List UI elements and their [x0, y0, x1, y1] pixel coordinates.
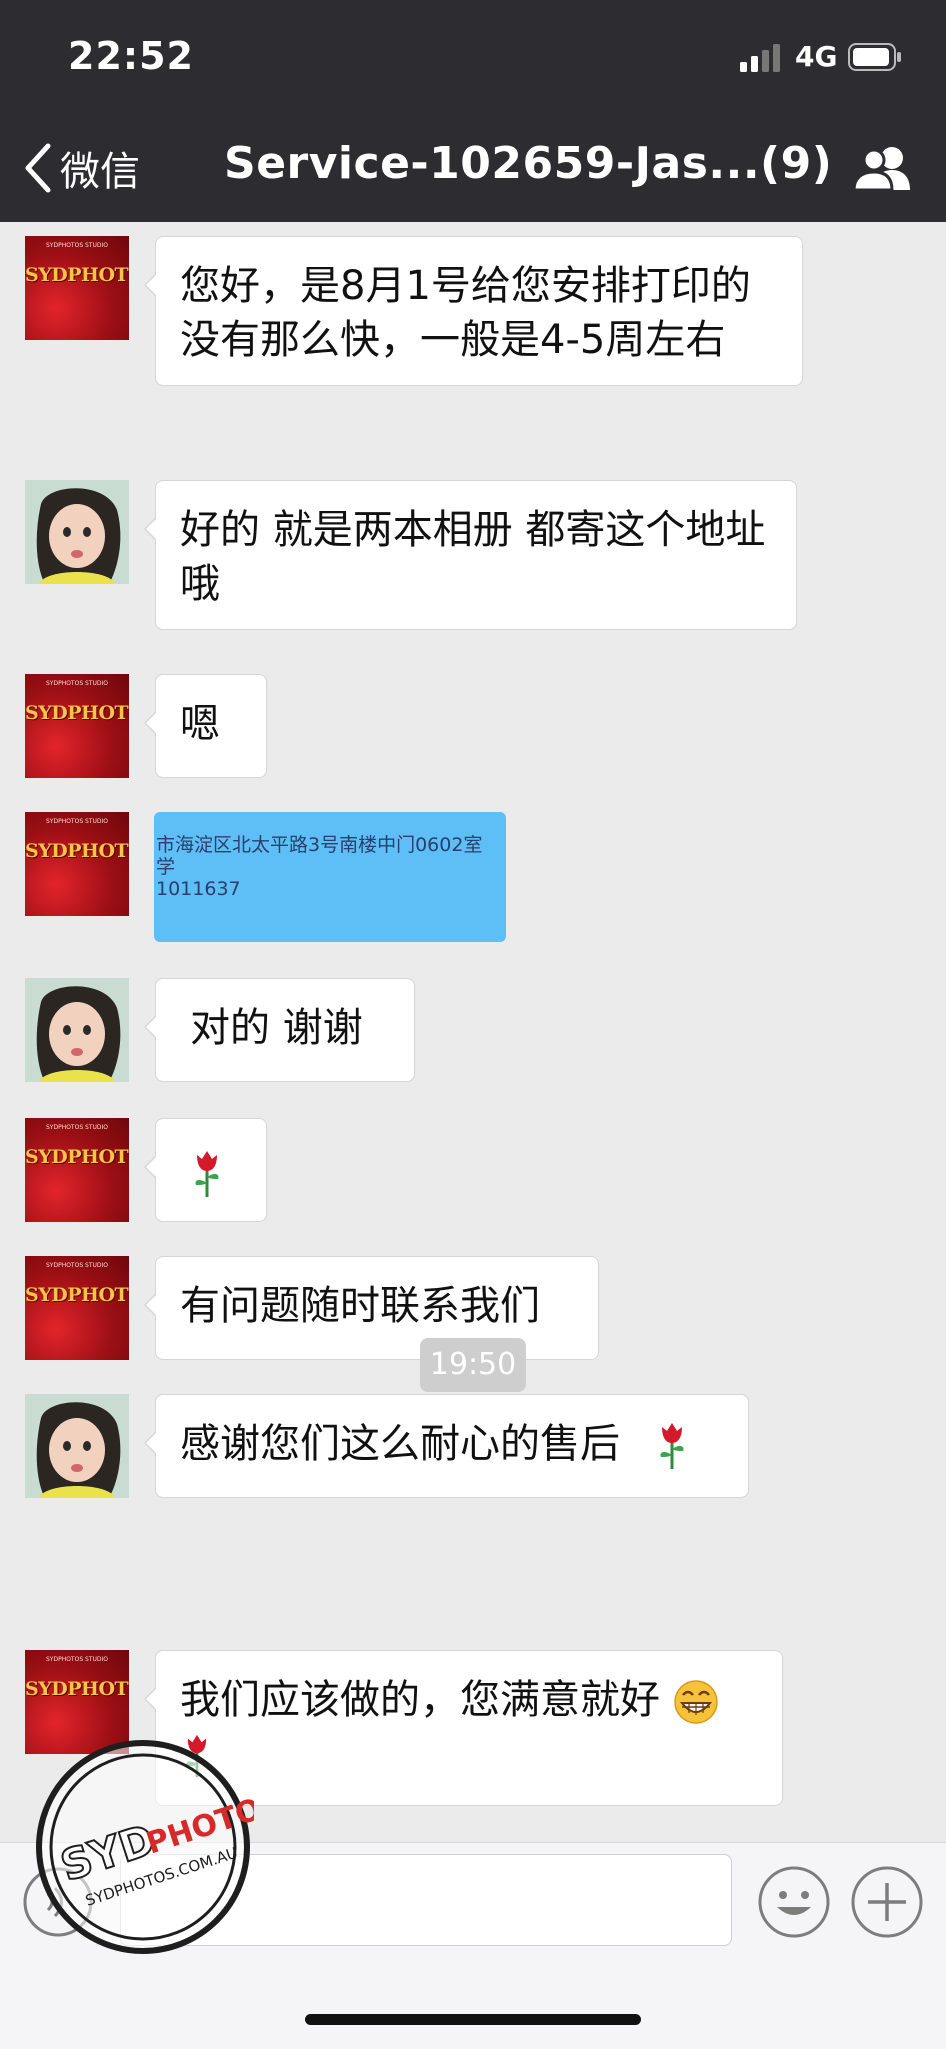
signal-strength-icon — [740, 44, 780, 72]
rose-icon — [195, 1151, 219, 1197]
emoji-icon[interactable] — [757, 1865, 831, 1939]
chat-title: Service-102659-Jas...(9) — [224, 138, 833, 189]
chevron-left-icon — [25, 143, 51, 193]
message-text: 我们应该做的，您满意就好 — [180, 1677, 660, 1723]
girl-avatar-icon — [25, 978, 129, 1082]
service-avatar[interactable]: SYDPHOTOS STUDIO SYDPHOTOS — [25, 1256, 129, 1360]
group-members-icon[interactable] — [852, 142, 914, 192]
plus-icon[interactable] — [850, 1865, 924, 1939]
message-timestamp: 19:50 — [420, 1338, 526, 1392]
nav-bar: 微信 Service-102659-Jas...(9) — [0, 110, 946, 222]
image-text-line: 学 — [156, 856, 176, 878]
grinning-face-icon — [673, 1680, 718, 1724]
girl-avatar-icon — [25, 480, 129, 584]
back-label: 微信 — [60, 149, 140, 195]
service-avatar[interactable]: SYDPHOTOS STUDIO SYDPHOTOS — [25, 1118, 129, 1222]
service-avatar[interactable]: SYDPHOTOS STUDIO SYDPHOTOS — [25, 674, 129, 778]
rose-icon — [660, 1423, 684, 1469]
message-bubble[interactable]: 您好，是8月1号给您安排打印的没有那么快，一般是4-5周左右 — [144, 236, 803, 386]
back-button[interactable]: 微信 — [22, 138, 140, 198]
network-type: 4G — [795, 40, 838, 73]
home-indicator[interactable] — [305, 2014, 641, 2025]
image-text-line: 1011637 — [156, 878, 241, 900]
message-bubble[interactable]: 对的 谢谢 — [144, 978, 415, 1082]
sydphotos-watermark-logo: SYD PHOTOS SYDPHOTOS.COM.AU — [36, 1740, 254, 1954]
status-time: 22:52 — [68, 34, 194, 78]
message-bubble[interactable]: 嗯 — [144, 674, 267, 778]
image-text-line: 市海淀区北太平路3号南楼中门0602室 — [156, 834, 483, 856]
message-bubble[interactable] — [144, 1118, 267, 1222]
image-message[interactable]: 市海淀区北太平路3号南楼中门0602室 学 1011637 — [154, 812, 506, 942]
message-bubble[interactable]: 好的 就是两本相册 都寄这个地址哦 — [144, 480, 797, 630]
message-text: 感谢您们这么耐心的售后 — [180, 1421, 620, 1467]
status-bar: 22:52 4G — [0, 0, 946, 110]
service-avatar[interactable]: SYDPHOTOS STUDIO SYDPHOTOS — [25, 236, 129, 340]
message-bubble[interactable]: 有问题随时联系我们 — [144, 1256, 599, 1360]
customer-avatar[interactable] — [25, 480, 129, 584]
battery-icon — [848, 43, 901, 71]
girl-avatar-icon — [25, 1394, 129, 1498]
customer-avatar[interactable] — [25, 1394, 129, 1498]
service-avatar[interactable]: SYDPHOTOS STUDIO SYDPHOTOS — [25, 812, 129, 916]
customer-avatar[interactable] — [25, 978, 129, 1082]
message-bubble[interactable]: 感谢您们这么耐心的售后 — [144, 1394, 749, 1498]
